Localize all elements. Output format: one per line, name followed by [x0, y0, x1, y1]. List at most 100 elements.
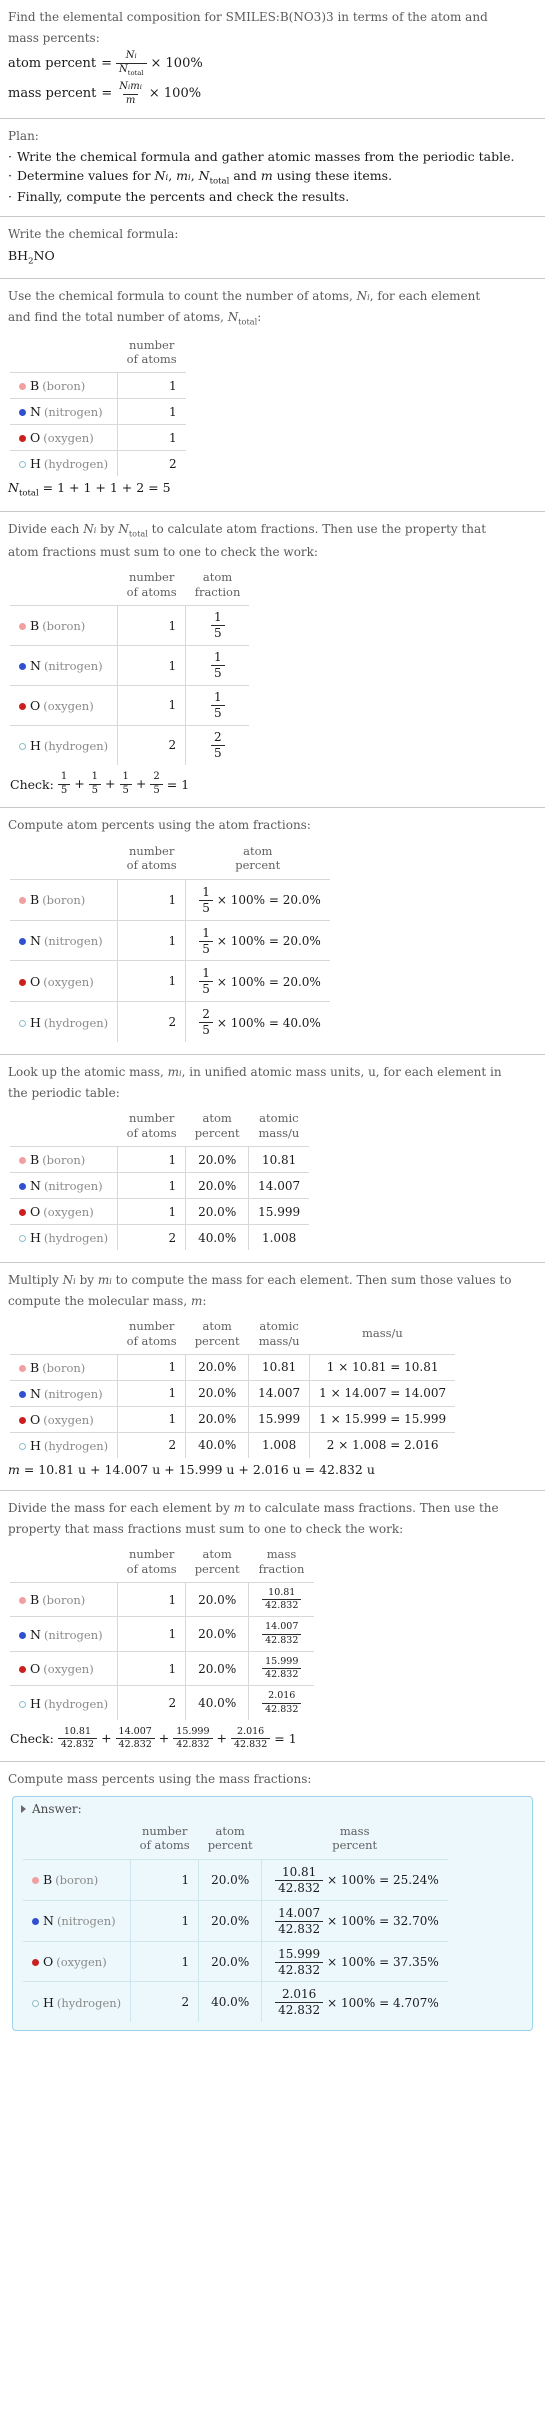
- atom-percent-expression: 1 5 × 100% = 20.0%: [185, 878, 330, 921]
- table-row: N (nitrogen) 1: [10, 398, 186, 426]
- atom-percent: 40.0%: [185, 1224, 250, 1251]
- table-row: H (hydrogen) 2 40.0% 2.016 42.832: [10, 1685, 315, 1720]
- count-prompt-line-2: and find the total number of atoms, Ntot…: [8, 310, 262, 327]
- atom-fraction: 15: [185, 684, 250, 726]
- atom-percent-expression: 1 5 × 100% = 20.0%: [185, 919, 330, 962]
- atomic-mass-table: number of atoms atom percent atomic mass/u …: [10, 1108, 310, 1251]
- element-cell: O (oxygen): [10, 1405, 119, 1433]
- element-symbol: N: [30, 933, 41, 949]
- th-corner: [10, 335, 118, 373]
- element-name: (nitrogen): [43, 1179, 103, 1194]
- mass-expression: 1 × 10.81 = 10.81: [309, 1353, 456, 1381]
- mass-percent-table: number of atoms atom percent mass percent B…: [23, 1821, 448, 2023]
- element-name: (boron): [55, 1873, 99, 1888]
- element-symbol: N: [30, 1385, 41, 1401]
- fraction-numerator: 15.999: [176, 1725, 210, 1737]
- element-cell: H (hydrogen): [10, 1224, 119, 1251]
- fraction-denominator: 42.832: [115, 1738, 155, 1750]
- element-name: (oxygen): [56, 1955, 107, 1970]
- atom-fraction-table: number of atoms atom fraction B (boron) 1 1 5 N…: [10, 567, 250, 765]
- table-row: O (oxygen) 1 20.0% 15.999: [10, 1198, 310, 1226]
- element-symbol: B: [43, 1872, 53, 1888]
- th-number-of-atoms: number of atoms: [117, 840, 186, 880]
- th-corner: [10, 841, 118, 879]
- th-number-of-atoms: number of atoms: [130, 1821, 199, 1860]
- element-name: (nitrogen): [56, 1914, 116, 1929]
- atom-percent-section: Compute atom percents using the atom fra…: [0, 808, 545, 1054]
- th-mass-percent: mass percent: [261, 1821, 448, 1860]
- atom-count: 1: [130, 1940, 200, 1983]
- atom-count-table: number of atoms B (boron) 1 N (nitrogen) 1 O (ox…: [10, 334, 186, 477]
- fraction: 15: [199, 967, 213, 996]
- fraction-denominator: 5: [150, 783, 163, 797]
- count-prompt-line-1: Use the chemical formula to count the nu…: [8, 289, 481, 304]
- answer-header[interactable]: Answer:: [13, 1797, 532, 1819]
- mass-expression: 1 × 15.999 = 15.999: [309, 1405, 456, 1433]
- mass-fraction-prompt-line-2: property that mass fractions must sum to…: [8, 1521, 404, 1536]
- table-row: O (oxygen) 1 20.0% 15.999 42.832 × 100% = 37.3…: [23, 1940, 448, 1983]
- fraction: 10.81 42.832: [57, 1726, 98, 1751]
- element-name: (boron): [42, 619, 86, 634]
- mass-expression: 1 × 14.007 = 14.007: [309, 1379, 456, 1407]
- element-symbol: B: [30, 1152, 40, 1168]
- fraction: 2.016 42.832: [231, 1726, 271, 1751]
- atom-percent: 20.0%: [185, 1405, 250, 1433]
- fraction-numerator: 1: [91, 770, 99, 782]
- plan-heading: Plan:: [8, 128, 39, 143]
- fraction: 15.999 42.832: [262, 1656, 302, 1681]
- element-symbol: O: [30, 1661, 41, 1677]
- atom-count: 1: [117, 645, 187, 686]
- th-atom-fraction: atom fraction: [185, 567, 250, 607]
- atom-count: 1: [117, 960, 187, 1003]
- atom-count: 2: [117, 1431, 187, 1458]
- molecular-mass-line: m = 10.81 u + 14.007 u + 15.999 u + 2.01…: [8, 1461, 375, 1477]
- answer-panel: Answer: number of atoms atom percent mass p…: [12, 1796, 533, 2032]
- element-cell: B (boron): [23, 1858, 132, 1901]
- th-atom-percent: atom percent: [185, 1316, 249, 1355]
- fraction-denominator: 5: [119, 783, 132, 797]
- fraction: 15: [57, 771, 71, 797]
- table-row: O (oxygen) 1 1 5 × 100% = 20.0%: [10, 960, 330, 1003]
- element-color-dot: [32, 1999, 39, 2007]
- fraction-numerator: 2: [153, 770, 160, 782]
- element-name: (boron): [42, 893, 86, 908]
- element-color-dot: [19, 435, 26, 443]
- fraction: 15: [199, 885, 213, 915]
- table-row: B (boron) 1 1 5 × 100% = 20.0%: [10, 878, 330, 921]
- atom-percent: 20.0%: [198, 1940, 263, 1983]
- element-name: (hydrogen): [43, 1438, 109, 1453]
- element-symbol: H: [43, 1994, 54, 2010]
- element-name: (oxygen): [43, 431, 94, 446]
- table-row: H (hydrogen) 2 40.0% 1.008 2 × 1.008 = 2.016: [10, 1431, 456, 1458]
- atomic-mass: 15.999: [248, 1405, 311, 1433]
- element-color-dot: [19, 1390, 26, 1398]
- element-cell: H (hydrogen): [23, 1981, 132, 2023]
- element-symbol: N: [30, 658, 41, 674]
- fraction-numerator: 2: [213, 729, 222, 744]
- element-color-dot: [19, 409, 26, 417]
- table-row: H (hydrogen) 2 40.0% 1.008: [10, 1224, 310, 1251]
- fraction-numerator: 14.007: [278, 1905, 321, 1920]
- element-color-dot: [19, 663, 26, 671]
- element-color-dot: [19, 1209, 26, 1217]
- atom-count: 1: [130, 1858, 200, 1901]
- total-atoms-line: Ntotal = 1 + 1 + 1 + 2 = 5: [8, 480, 171, 499]
- disclosure-triangle-icon[interactable]: [21, 1805, 26, 1813]
- th-corner: [23, 1821, 131, 1860]
- element-color-dot: [19, 1157, 26, 1165]
- fraction-numerator: 15.999: [278, 1946, 321, 1961]
- element-color-dot: [19, 1416, 26, 1424]
- element-cell: B (boron): [10, 878, 119, 921]
- atom-percent: 20.0%: [185, 1379, 250, 1407]
- table-row: N (nitrogen) 1 20.0% 14.007: [10, 1172, 310, 1200]
- element-color-dot: [19, 1442, 26, 1450]
- element-name: (hydrogen): [43, 457, 109, 472]
- table-row: B (boron) 1 20.0% 10.81 1 × 10.81 = 10.81: [10, 1353, 456, 1381]
- element-symbol: B: [30, 618, 40, 634]
- mass-prompt-line-1: Multiply Ni by mi to compute the mass fo…: [8, 1273, 512, 1288]
- mass-percent-expression: 2.016 42.832 × 100% = 4.707%: [261, 1981, 448, 2023]
- atom-percent-table: number of atoms atom percent B (boron) 1 1 5 × …: [10, 840, 330, 1043]
- fraction-denominator: 42.832: [275, 1920, 324, 1936]
- element-name: (hydrogen): [43, 1015, 109, 1030]
- element-symbol: H: [30, 1014, 41, 1030]
